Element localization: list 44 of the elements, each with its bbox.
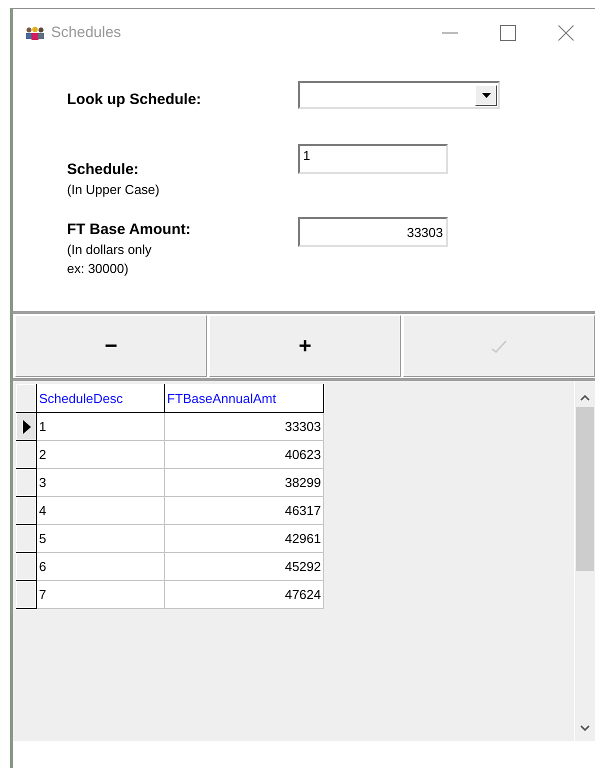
field-hint: (In dollars only ex: 30000) <box>67 241 153 278</box>
row-selector[interactable] <box>16 440 36 468</box>
table-cell: 47624 <box>164 580 324 608</box>
table-cell: 5 <box>36 524 164 552</box>
row-selector[interactable] <box>16 412 36 440</box>
field-label: Look up Schedule: <box>67 91 202 108</box>
table-cell: 40623 <box>164 440 324 468</box>
table-cell: 46317 <box>164 496 324 524</box>
table-cell: 7 <box>36 580 164 608</box>
row-selector[interactable] <box>16 524 36 552</box>
column-header[interactable]: FTBaseAnnualAmt <box>164 384 324 412</box>
table-cell: 3 <box>36 468 164 496</box>
schedule-input-field[interactable]: 1 <box>298 144 448 174</box>
table-cell: 38299 <box>164 468 324 496</box>
minimize-icon[interactable] <box>442 32 458 34</box>
table-cell: 2 <box>36 440 164 468</box>
window-title: Schedules <box>51 24 122 41</box>
maximize-icon[interactable] <box>500 24 516 40</box>
people-icon <box>25 26 45 40</box>
field-label: Schedule: <box>67 161 140 178</box>
row-selector[interactable] <box>16 580 36 608</box>
table-cell: 33303 <box>164 412 324 440</box>
field-label: FT Base Amount: <box>67 221 192 238</box>
scrollbar-thumb[interactable] <box>576 407 594 571</box>
checkmark-icon <box>491 339 507 353</box>
row-selector[interactable] <box>16 496 36 524</box>
amount-input-field[interactable]: 33303 <box>298 217 448 247</box>
row-selector[interactable] <box>16 468 36 496</box>
column-header[interactable]: ScheduleDesc <box>36 384 164 412</box>
add-button[interactable]: + <box>209 315 401 377</box>
table-cell: 6 <box>36 552 164 580</box>
table-cell: 45292 <box>164 552 324 580</box>
table-cell: 1 <box>36 412 164 440</box>
row-selector[interactable] <box>16 552 36 580</box>
table-cell: 42961 <box>164 524 324 552</box>
remove-button[interactable]: − <box>15 315 207 377</box>
table-cell: 4 <box>36 496 164 524</box>
scroll-up-icon[interactable] <box>580 395 590 401</box>
close-icon[interactable] <box>558 24 574 40</box>
scroll-down-icon[interactable] <box>580 725 590 731</box>
lookup-dropdown[interactable] <box>298 81 500 109</box>
dropdown-arrow-icon[interactable] <box>482 92 490 98</box>
current-row-icon <box>22 420 30 434</box>
field-hint: (In Upper Case) <box>67 181 160 199</box>
